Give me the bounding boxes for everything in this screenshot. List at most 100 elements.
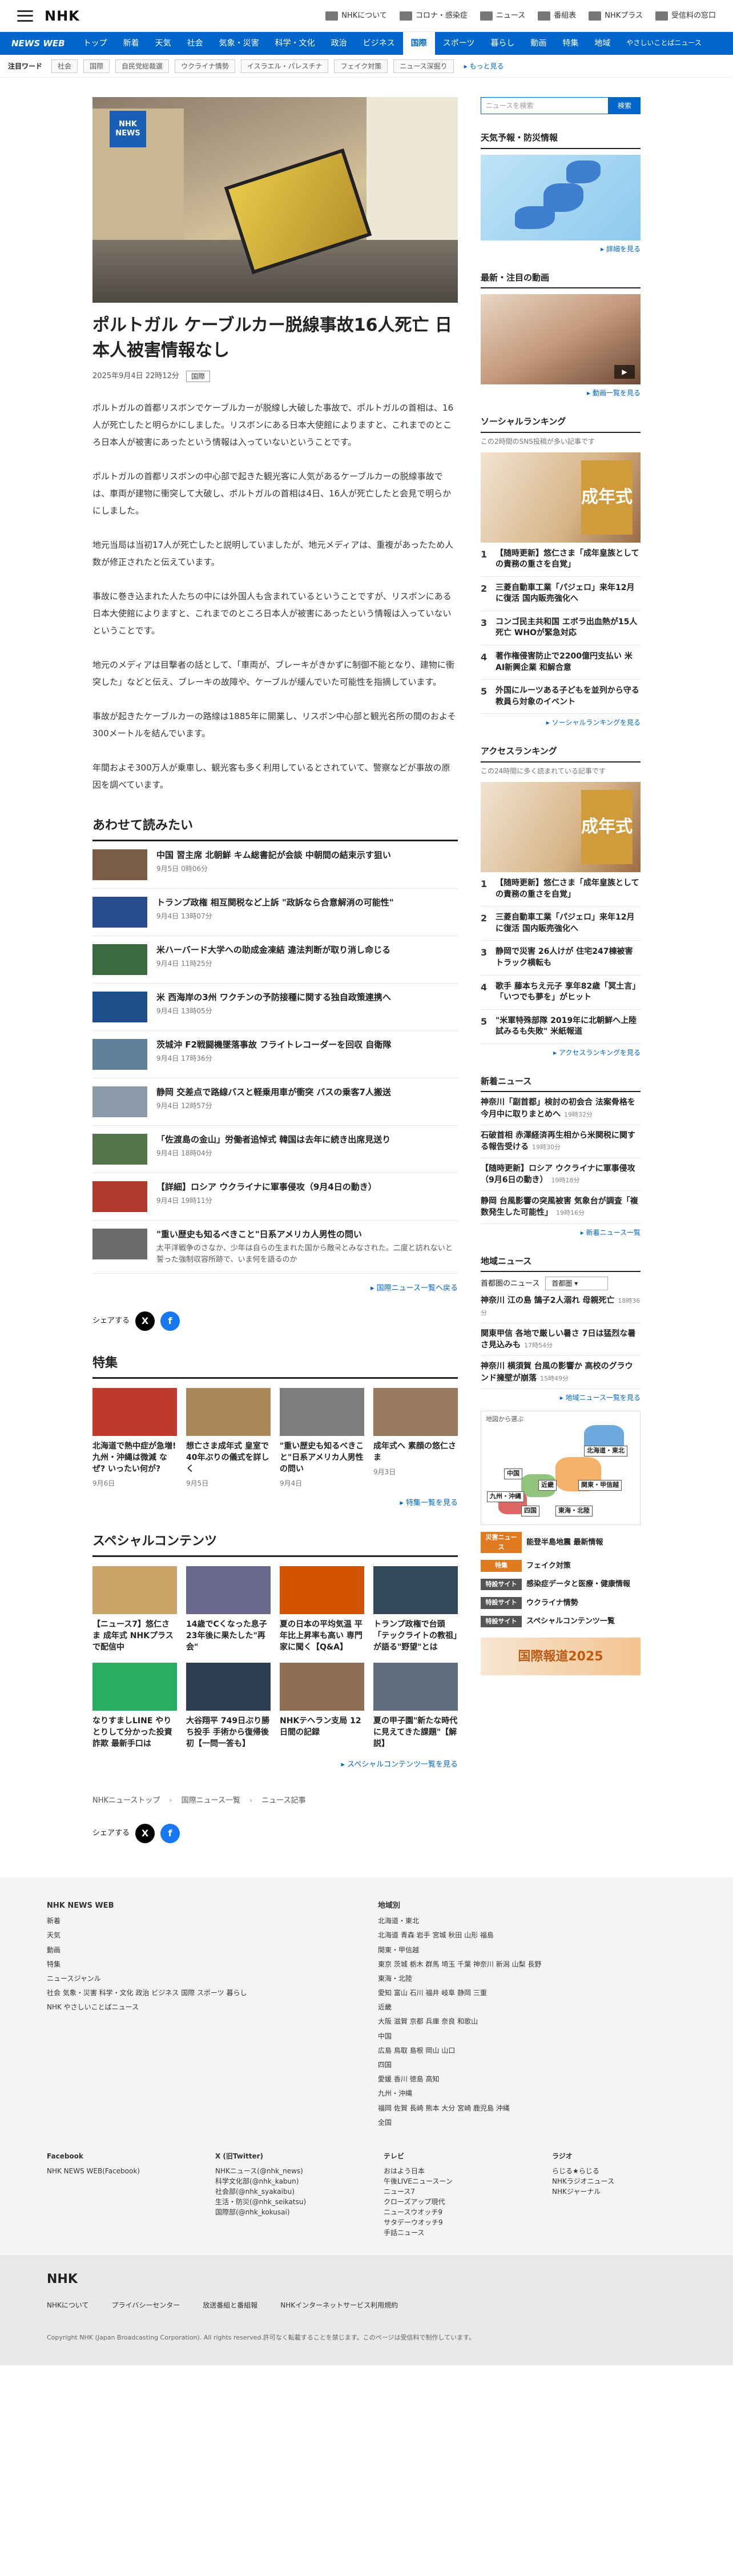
nav-item-top[interactable]: トップ: [75, 32, 115, 55]
nav-item-politics[interactable]: 政治: [323, 32, 355, 55]
header-link-corona[interactable]: コロナ・感染症: [399, 10, 468, 22]
nav-item-international[interactable]: 国際: [402, 32, 435, 55]
feature-more-link[interactable]: ▸ 特集一覧を見る: [92, 1498, 458, 1509]
nav-item-business[interactable]: ビジネス: [355, 32, 403, 55]
footer-logo[interactable]: NHK: [47, 2270, 686, 2289]
map-region-shikoku[interactable]: 四国: [521, 1506, 539, 1516]
related-more-link[interactable]: ▸ 国際ニュース一覧へ戻る: [92, 1283, 458, 1294]
breadcrumb-item[interactable]: NHKニューストップ: [92, 1795, 160, 1807]
news-item[interactable]: 静岡 台風影響の突風被害 気象台が調査「複数発生した可能性」 19時16分: [481, 1191, 641, 1224]
footer-social-link[interactable]: NHKラジオニュース: [552, 2176, 686, 2186]
social-ranking-more-link[interactable]: ▸ ソーシャルランキングを見る: [481, 717, 641, 728]
breadcrumb-item[interactable]: 国際ニュース一覧: [182, 1795, 240, 1807]
footer-link[interactable]: 大阪 滋賀 京都 兵庫 奈良 和歌山: [378, 2016, 663, 2027]
related-item[interactable]: "重い歴史も知るべきこと"日系アメリカ人男性の問い 太平洋戦争のさなか、少年は自ら…: [92, 1221, 458, 1274]
special-card[interactable]: 大谷翔平 749日ぶり勝ち投手 手術から復帰後初【一問一答も】: [186, 1662, 271, 1750]
footer-social-link[interactable]: らじる★らじる: [552, 2166, 686, 2176]
related-item[interactable]: 米ハーバード大学への助成金凍結 違法判断が取り消し命じる 9月4日 11時25分: [92, 936, 458, 984]
nav-item-easy[interactable]: やさしいことばニュース: [618, 32, 709, 55]
nav-item-video[interactable]: 動画: [522, 32, 554, 55]
related-item[interactable]: 静岡 交差点で路線バスと軽乗用車が衝突 バスの乗客7人搬送 9月4日 12時57分: [92, 1078, 458, 1126]
header-link-guide[interactable]: 番組表: [538, 10, 576, 22]
news-item[interactable]: 関東甲信 各地で厳しい暑さ 7日は猛烈な暑さ見込みも 17時54分: [481, 1323, 641, 1357]
map-region-tohoku[interactable]: 北海道・東北: [584, 1446, 627, 1456]
news-item[interactable]: 神奈川 江の島 鵠子2人溺れ 母親死亡 18時36分: [481, 1290, 641, 1323]
map-region-chugoku[interactable]: 中国: [504, 1468, 522, 1479]
keyword-chip[interactable]: ウクライナ情勢: [175, 59, 235, 73]
facebook-share-icon[interactable]: f: [160, 1311, 180, 1331]
video-thumbnail[interactable]: ▶: [481, 294, 641, 384]
special-card[interactable]: なりすましLINE やりとりして分かった投資詐欺 最新手口は: [92, 1662, 177, 1750]
ranking-item[interactable]: 4 著作権侵害防止で2200億円支払い 米 AI新興企業 和解合意: [481, 645, 641, 680]
ranking-item[interactable]: 5 外国にルーツある子どもを並列から守る 教員ら対象のイベント: [481, 680, 641, 715]
special-card[interactable]: 14歳でCくなった息子 23年後に果たした"再会": [186, 1566, 271, 1654]
related-item[interactable]: 茨城沖 F2戦闘機墜落事故 フライトレコーダーを回収 自衛隊 9月4日 17時36…: [92, 1031, 458, 1078]
footer-social-link[interactable]: 生活・防災(@nhk_seikatsu): [215, 2197, 349, 2207]
footer-link[interactable]: 全国: [378, 2117, 663, 2128]
special-card[interactable]: 夏の甲子園"新たな時代に見えてきた課題"【解説】: [373, 1662, 458, 1750]
region-more-link[interactable]: ▸ 地域ニュース一覧を見る: [481, 1393, 641, 1403]
footer-social-link[interactable]: NHKニュース(@nhk_news): [215, 2166, 349, 2176]
ranking-item[interactable]: 4 歌手 藤本ちえ元子 享年82歳「冥土言」「いつでも夢を」がヒット: [481, 976, 641, 1010]
access-ranking-more-link[interactable]: ▸ アクセスランキングを見る: [481, 1048, 641, 1058]
footer-bottom-link[interactable]: NHKインターネットサービス利用規約: [280, 2300, 398, 2310]
news-item[interactable]: 【随時更新】ロシア ウクライナに軍事侵攻（9月6日の動き） 19時18分: [481, 1158, 641, 1191]
feature-card[interactable]: 成年式へ 素顔の悠仁さま 9月3日: [373, 1387, 458, 1489]
header-link-about[interactable]: NHKについて: [325, 10, 387, 22]
related-item[interactable]: 米 西海岸の3州 ワクチンの予防接種に関する独自政策連携へ 9月4日 13時05分: [92, 984, 458, 1031]
nav-item-region[interactable]: 地域: [586, 32, 618, 55]
weather-map[interactable]: [481, 154, 641, 240]
map-region-kyushu[interactable]: 九州・沖縄: [487, 1491, 524, 1502]
footer-link[interactable]: 動画: [47, 1945, 332, 1956]
map-region-kinki[interactable]: 近畿: [538, 1480, 557, 1491]
related-item[interactable]: 【詳細】ロシア ウクライナに軍事侵攻（9月4日の動き） 9月4日 19時11分: [92, 1173, 458, 1221]
keyword-chip[interactable]: ニュース深掘り: [393, 59, 454, 73]
related-item[interactable]: 「佐渡島の金山」労働者追悼式 韓国は去年に続き出席見送り 9月4日 18時04分: [92, 1126, 458, 1173]
special-card[interactable]: トランプ政権で台頭「テックライトの教祖」が語る"野望"とは: [373, 1566, 458, 1654]
header-link-fee[interactable]: 受信料の窓口: [655, 10, 716, 22]
access-ranking-thumbnail[interactable]: 成年式: [481, 781, 641, 872]
keyword-more-link[interactable]: ▸ もっと見る: [464, 61, 504, 71]
keyword-chip[interactable]: 自民党総裁選: [115, 59, 170, 73]
footer-link[interactable]: 特集: [47, 1959, 332, 1970]
nav-item-society[interactable]: 社会: [179, 32, 211, 55]
keyword-chip[interactable]: 国際: [83, 59, 110, 73]
footer-link[interactable]: 近畿: [378, 2002, 663, 2013]
sidebar-banner[interactable]: 災害ニュース 能登半島地震 最新情報: [481, 1532, 641, 1554]
feature-card[interactable]: "重い歴史も知るべきこと"日系アメリカ人男性の問い 9月4日: [280, 1387, 364, 1489]
x-share-icon[interactable]: X: [135, 1311, 155, 1331]
footer-bottom-link[interactable]: 放送番組と番組報: [203, 2300, 257, 2310]
ranking-item[interactable]: 1 【随時更新】悠仁さま「成年皇族としての責務の重さを自覚」: [481, 543, 641, 577]
footer-link[interactable]: 中国: [378, 2031, 663, 2042]
header-link-plus[interactable]: NHKプラス: [589, 10, 643, 22]
footer-social-link[interactable]: ニュース7: [384, 2186, 518, 2197]
footer-link[interactable]: ニュースジャンル: [47, 1973, 332, 1984]
nav-item-sports[interactable]: スポーツ: [435, 32, 483, 55]
ranking-item[interactable]: 1 【随時更新】悠仁さま「成年皇族としての責務の重さを自覚」: [481, 872, 641, 907]
news-web-brand[interactable]: NEWS WEB: [11, 37, 65, 50]
article-tag[interactable]: 国際: [186, 371, 210, 382]
new-news-more-link[interactable]: ▸ 新着ニュース一覧: [481, 1227, 641, 1238]
footer-link[interactable]: 広島 鳥取 島根 岡山 山口: [378, 2045, 663, 2056]
footer-bottom-link[interactable]: プライバシーセンター: [112, 2300, 180, 2310]
nav-item-disaster[interactable]: 気象・災害: [211, 32, 267, 55]
ranking-item[interactable]: 3 コンゴ民主共和国 エボラ出血熱が15人死亡 WHOが緊急対応: [481, 611, 641, 646]
sidebar-banner[interactable]: 特設サイト スペシャルコンテンツ一覧: [481, 1615, 641, 1628]
keyword-chip[interactable]: フェイク対策: [334, 59, 388, 73]
footer-link[interactable]: 東京 茨城 栃木 群馬 埼玉 千葉 神奈川 新潟 山梨 長野: [378, 1959, 663, 1970]
feature-card[interactable]: 北海道で熱中症が急増! 九州・沖縄は微減 なぜ? いったい何が? 9月6日: [92, 1387, 177, 1489]
footer-link[interactable]: 福岡 佐賀 長崎 熊本 大分 宮崎 鹿児島 沖縄: [378, 2103, 663, 2114]
special-more-link[interactable]: ▸ スペシャルコンテンツ一覧を見る: [92, 1759, 458, 1771]
nav-item-new[interactable]: 新着: [115, 32, 147, 55]
nav-item-science[interactable]: 科学・文化: [267, 32, 323, 55]
map-region-kanto[interactable]: 関東・甲信越: [578, 1480, 622, 1491]
video-more-link[interactable]: ▸ 動画一覧を見る: [481, 388, 641, 398]
sidebar-banner[interactable]: 特集 フェイク対策: [481, 1560, 641, 1572]
map-region-tokai[interactable]: 東海・北陸: [555, 1506, 593, 1516]
facebook-share-icon[interactable]: f: [160, 1823, 180, 1843]
region-select[interactable]: 首都圏 ▾: [545, 1277, 609, 1291]
news-item[interactable]: 神奈川「副首都」検討の初会合 法案骨格を今月中に取りまとめへ 19時32分: [481, 1092, 641, 1125]
footer-social-link[interactable]: 国際部(@nhk_kokusai): [215, 2207, 349, 2217]
footer-bottom-link[interactable]: NHKについて: [47, 2300, 89, 2310]
social-ranking-thumbnail[interactable]: 成年式: [481, 452, 641, 543]
